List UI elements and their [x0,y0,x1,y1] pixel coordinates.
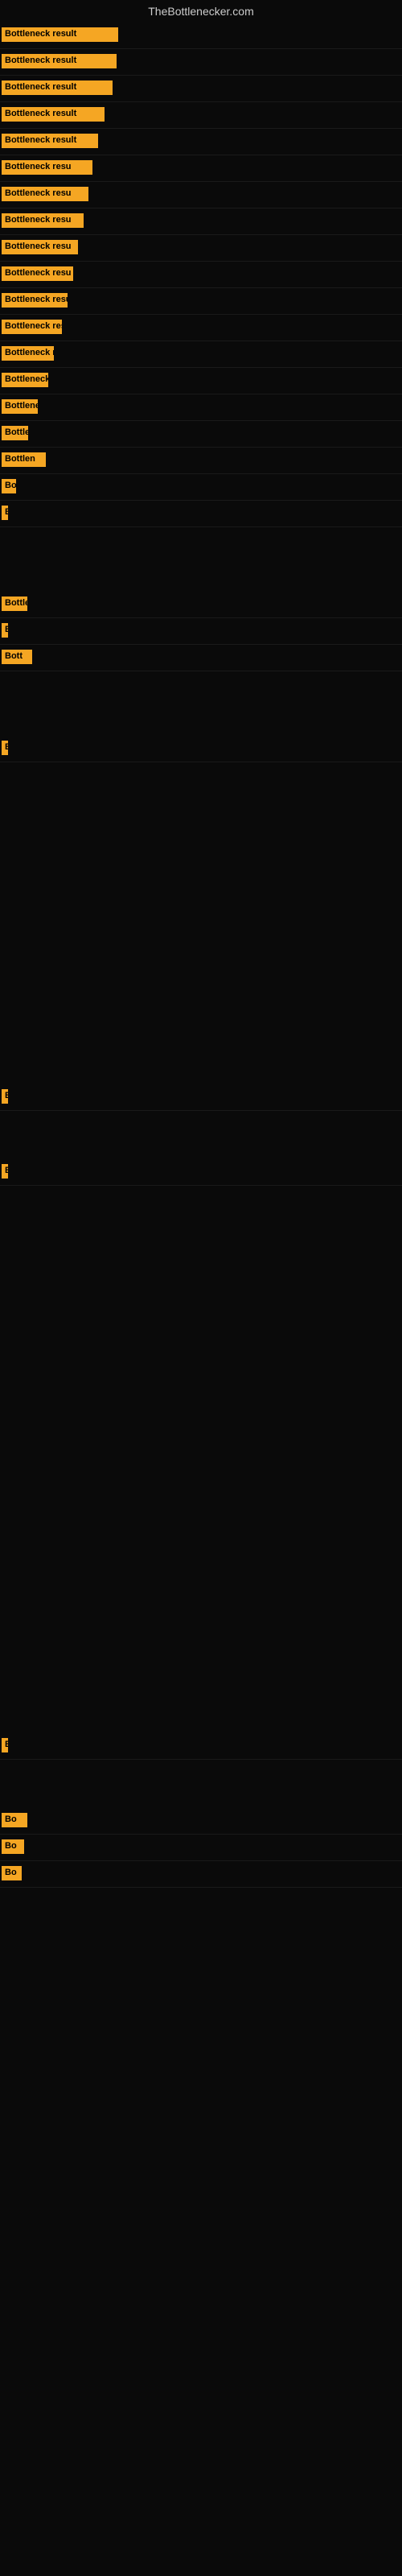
bottleneck-label-24: B [2,1089,8,1104]
bottleneck-row-6: Bottleneck resu [0,155,402,182]
gap-sm-1 [0,1111,402,1159]
bottleneck-label-17: Bottlen [2,452,46,467]
bottleneck-label-11: Bottleneck resu [2,293,68,308]
bottleneck-row-27: Bo [0,1808,402,1835]
bottleneck-row-25: B [0,1159,402,1186]
gap-3 [0,1186,402,1250]
gap-xlarge [0,1250,402,1733]
bottleneck-label-28: Bo [2,1839,24,1854]
bottleneck-label-10: Bottleneck resu [2,266,73,281]
bottleneck-row-9: Bottleneck resu [0,235,402,262]
bottleneck-row-7: Bottleneck resu [0,182,402,208]
gap-sm-2 [0,1760,402,1808]
bottleneck-row-11: Bottleneck resu [0,288,402,315]
bottleneck-row-19: B [0,501,402,527]
bottleneck-row-24: B [0,1084,402,1111]
bottleneck-row-21: B [0,618,402,645]
bottleneck-row-22: Bott [0,645,402,671]
bottleneck-label-15: Bottleneck r [2,399,38,414]
bottleneck-label-14: Bottleneck re [2,373,48,387]
bottleneck-row-17: Bottlen [0,448,402,474]
site-title: TheBottlenecker.com [0,0,402,23]
bottleneck-label-26: B [2,1738,8,1752]
bottleneck-row-4: Bottleneck result [0,102,402,129]
bottleneck-label-8: Bottleneck resu [2,213,84,228]
bottleneck-row-5: Bottleneck result [0,129,402,155]
gap-large [0,762,402,1084]
bottleneck-label-19: B [2,506,8,520]
bottleneck-row-18: Bo [0,474,402,501]
bottleneck-row-29: Bo [0,1861,402,1888]
gap-1 [0,527,402,592]
bottleneck-row-2: Bottleneck result [0,49,402,76]
bottleneck-label-23: B [2,741,8,755]
bottleneck-row-23: B [0,736,402,762]
bottleneck-label-6: Bottleneck resu [2,160,92,175]
bottleneck-label-27: Bo [2,1813,27,1827]
bottleneck-row-14: Bottleneck re [0,368,402,394]
bottleneck-label-22: Bott [2,650,32,664]
bottleneck-row-26: B [0,1733,402,1760]
bottleneck-label-21: B [2,623,8,638]
bottleneck-row-20: Bottle [0,592,402,618]
bottleneck-row-15: Bottleneck r [0,394,402,421]
bottleneck-row-12: Bottleneck res [0,315,402,341]
bottleneck-label-25: B [2,1164,8,1179]
bottleneck-label-1: Bottleneck result [2,27,118,42]
bottleneck-row-1: Bottleneck result [0,23,402,49]
bottleneck-row-16: Bottleneck [0,421,402,448]
bottleneck-label-13: Bottleneck re [2,346,54,361]
bottleneck-label-29: Bo [2,1866,22,1880]
gap-2 [0,671,402,736]
bottleneck-row-10: Bottleneck resu [0,262,402,288]
bottleneck-label-4: Bottleneck result [2,107,105,122]
bottleneck-label-20: Bottle [2,597,27,611]
bottleneck-label-7: Bottleneck resu [2,187,88,201]
bottleneck-label-18: Bo [2,479,16,493]
bottleneck-row-28: Bo [0,1835,402,1861]
bottleneck-label-5: Bottleneck result [2,134,98,148]
bottleneck-row-13: Bottleneck re [0,341,402,368]
results-container: Bottleneck result Bottleneck result Bott… [0,23,402,1888]
bottleneck-label-2: Bottleneck result [2,54,117,68]
bottleneck-row-3: Bottleneck result [0,76,402,102]
bottleneck-label-16: Bottleneck [2,426,28,440]
bottleneck-label-3: Bottleneck result [2,80,113,95]
bottleneck-row-8: Bottleneck resu [0,208,402,235]
bottleneck-label-12: Bottleneck res [2,320,62,334]
bottleneck-label-9: Bottleneck resu [2,240,78,254]
